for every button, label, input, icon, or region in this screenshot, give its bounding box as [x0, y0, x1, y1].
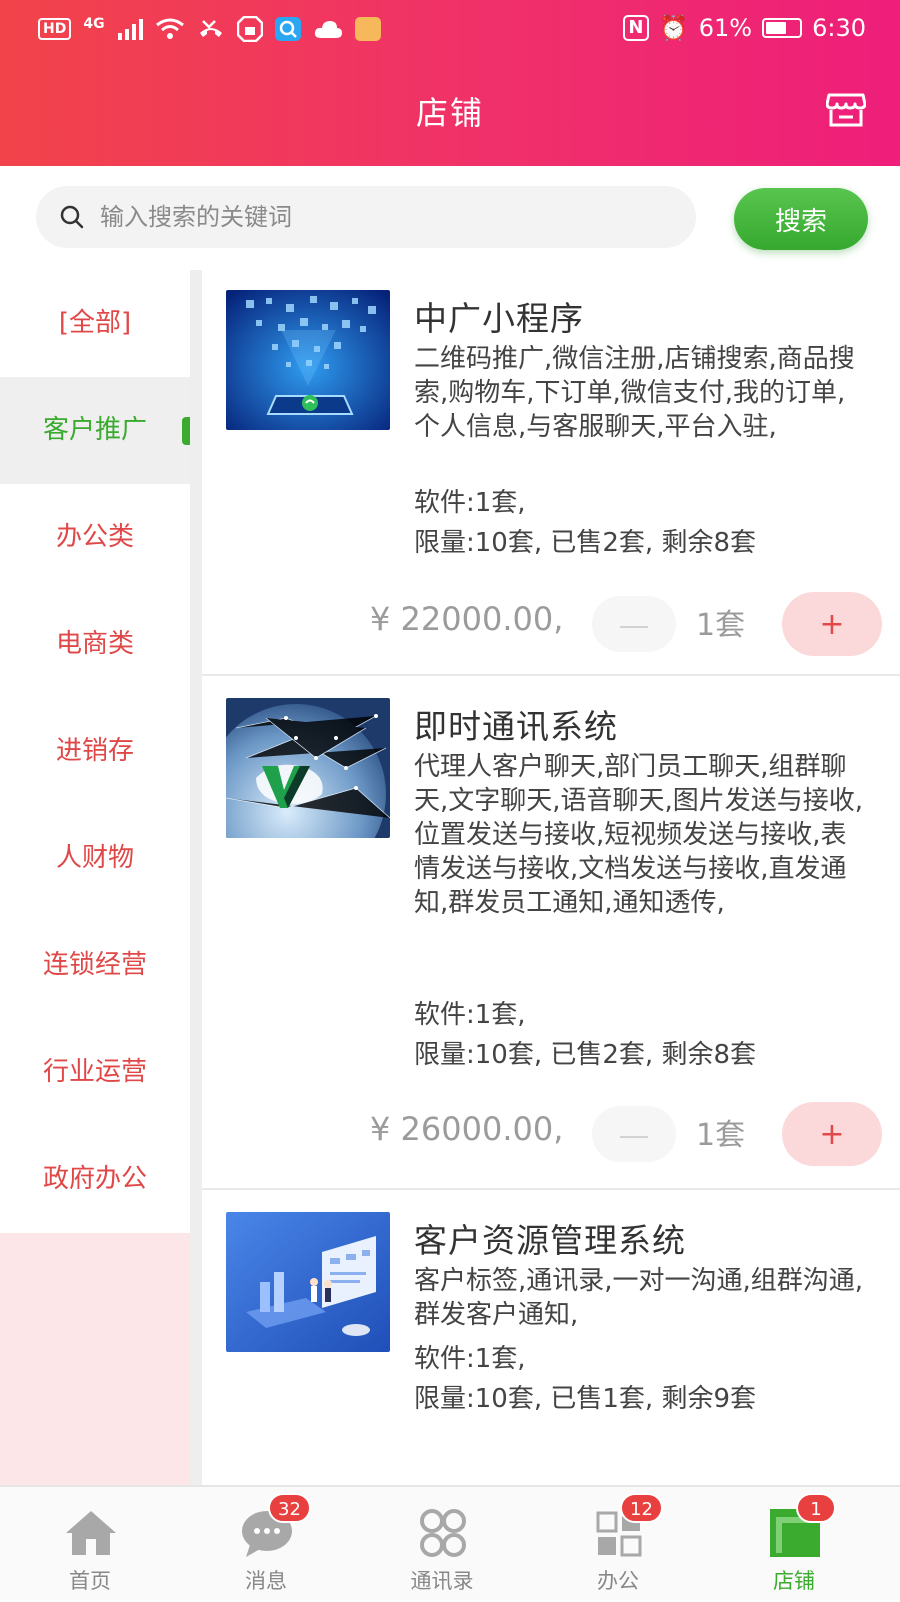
- product-limit: 限量:10套, 已售2套, 剩余8套: [414, 528, 756, 558]
- product-limit: 限量:10套, 已售2套, 剩余8套: [414, 1040, 756, 1070]
- category-ecommerce[interactable]: 电商类: [0, 591, 190, 698]
- search-input[interactable]: [98, 186, 678, 248]
- status-right-icons: N ⏰ 61% 6:30: [622, 14, 866, 42]
- office-badge: 12: [620, 1493, 663, 1523]
- bottom-tab-bar: 首页 32 消息 通讯录 12 办公 1 店铺: [0, 1485, 900, 1600]
- increase-button[interactable]: +: [782, 592, 882, 656]
- tab-label: 店铺: [773, 1569, 815, 1593]
- product-card[interactable]: 中广小程序 二维码推广,微信注册,店铺搜索,商品搜索,购物车,下订单,微信支付,…: [202, 270, 900, 676]
- app-header: HD 4G N ⏰ 61% 6:30 店铺: [0, 0, 900, 166]
- product-title: 中广小程序: [414, 299, 584, 338]
- vpn-icon: [236, 16, 263, 42]
- network-4g-icon: 4G: [83, 16, 105, 32]
- category-all[interactable]: [全部]: [0, 270, 190, 377]
- home-icon: [66, 1511, 116, 1555]
- status-bar: HD 4G N ⏰ 61% 6:30: [0, 0, 900, 62]
- wifi-icon: [155, 18, 184, 39]
- tab-messages[interactable]: 32 消息: [176, 1487, 356, 1602]
- product-price: ¥ 22000.00,: [370, 600, 564, 638]
- category-office[interactable]: 办公类: [0, 484, 190, 591]
- product-software: 软件:1套,: [414, 1000, 526, 1030]
- product-software: 软件:1套,: [414, 1344, 526, 1374]
- hd-icon: HD: [38, 18, 72, 40]
- unread-badge: 32: [268, 1493, 311, 1523]
- category-government-office[interactable]: 政府办公: [0, 1126, 190, 1233]
- category-list: [全部] 客户推广 办公类 电商类 进销存 人财物 连锁经营 行业运营 政府办公: [0, 270, 190, 1233]
- tab-label: 办公: [597, 1569, 639, 1593]
- alarm-icon: ⏰: [658, 14, 689, 42]
- product-list[interactable]: 中广小程序 二维码推广,微信注册,店铺搜索,商品搜索,购物车,下订单,微信支付,…: [202, 270, 900, 1485]
- signal-icon: [117, 19, 143, 40]
- product-price: ¥ 26000.00,: [370, 1110, 564, 1148]
- category-hr-finance[interactable]: 人财物: [0, 805, 190, 912]
- nfc-icon: N: [622, 15, 649, 41]
- search-bar[interactable]: [36, 186, 696, 248]
- product-image: [226, 698, 390, 838]
- cloud-icon: [314, 21, 342, 38]
- product-card[interactable]: 客户资源管理系统 客户标签,通讯录,一对一沟通,组群沟通,群发客户通知, 软件:…: [202, 1192, 900, 1485]
- product-description: 客户标签,通讯录,一对一沟通,组群沟通,群发客户通知,: [414, 1266, 864, 1330]
- price-row: ¥ 26000.00, — 1套 +: [202, 1102, 900, 1166]
- tab-label: 通讯录: [410, 1569, 474, 1593]
- status-time: 6:30: [812, 14, 866, 42]
- category-label: 客户推广: [42, 415, 147, 445]
- notification-app-icon: [354, 17, 381, 41]
- search-button[interactable]: 搜索: [734, 188, 868, 250]
- product-image: [226, 290, 390, 430]
- quantity-value: 1套: [696, 1118, 746, 1153]
- tab-label: 消息: [245, 1569, 287, 1593]
- decrease-button[interactable]: —: [592, 596, 676, 652]
- quantity-value: 1套: [696, 608, 746, 643]
- tab-office[interactable]: 12 办公: [528, 1487, 708, 1602]
- search-icon: [60, 205, 84, 229]
- category-inventory[interactable]: 进销存: [0, 698, 190, 805]
- page-title: 店铺: [415, 94, 484, 132]
- tab-label: 首页: [69, 1569, 111, 1593]
- tab-contacts[interactable]: 通讯录: [352, 1487, 532, 1602]
- decrease-button[interactable]: —: [592, 1106, 676, 1162]
- shop-icon[interactable]: [826, 92, 866, 128]
- product-limit: 限量:10套, 已售1套, 剩余9套: [414, 1384, 756, 1414]
- category-sidebar: [全部] 客户推广 办公类 电商类 进销存 人财物 连锁经营 行业运营 政府办公: [0, 270, 190, 1485]
- tab-home[interactable]: 首页: [0, 1487, 180, 1602]
- missed-call-icon: [199, 20, 222, 37]
- active-marker: [182, 417, 190, 445]
- tab-shop[interactable]: 1 店铺: [704, 1487, 884, 1602]
- category-customer-promotion[interactable]: 客户推广: [0, 377, 190, 484]
- sidebar-divider: [190, 270, 202, 1485]
- product-title: 客户资源管理系统: [414, 1221, 686, 1260]
- product-title: 即时通讯系统: [414, 707, 618, 746]
- product-software: 软件:1套,: [414, 488, 526, 518]
- search-app-icon: [274, 17, 301, 41]
- category-industry-operations[interactable]: 行业运营: [0, 1019, 190, 1126]
- contacts-icon: [420, 1509, 466, 1557]
- product-image: [226, 1212, 390, 1352]
- battery-icon: [762, 18, 803, 38]
- category-chain-operations[interactable]: 连锁经营: [0, 912, 190, 1019]
- price-row: ¥ 22000.00, — 1套 +: [202, 592, 900, 656]
- product-description: 代理人客户聊天,部门员工聊天,组群聊天,文字聊天,语音聊天,图片发送与接收,位置…: [414, 752, 864, 918]
- shop-badge: 1: [796, 1493, 836, 1523]
- battery-percent: 61%: [698, 14, 753, 42]
- increase-button[interactable]: +: [782, 1102, 882, 1166]
- product-card[interactable]: 即时通讯系统 代理人客户聊天,部门员工聊天,组群聊天,文字聊天,语音聊天,图片发…: [202, 678, 900, 1190]
- product-description: 二维码推广,微信注册,店铺搜索,商品搜索,购物车,下订单,微信支付,我的订单,个…: [414, 344, 855, 442]
- status-left-icons: HD 4G: [38, 16, 381, 42]
